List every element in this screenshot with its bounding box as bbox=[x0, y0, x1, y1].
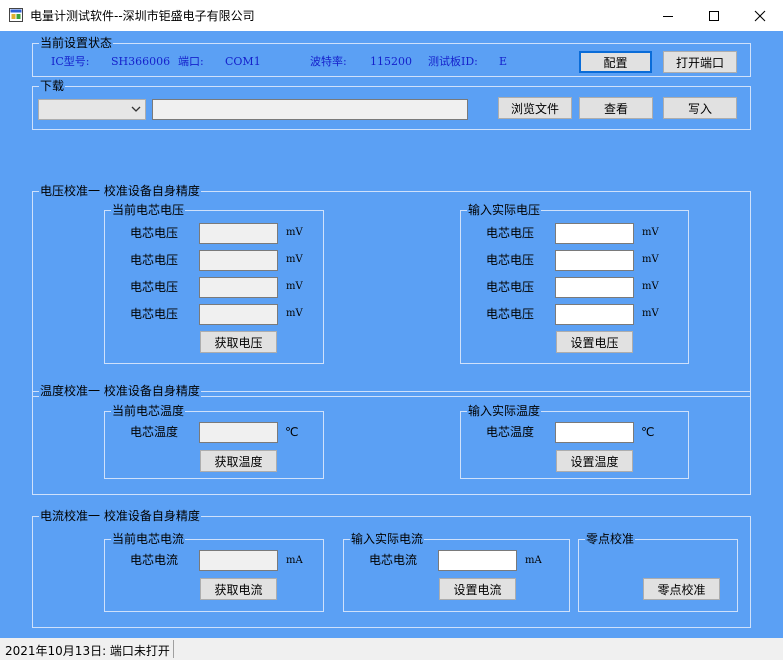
download-group-label: 下载 bbox=[39, 79, 66, 93]
window-title: 电量计测试软件--深圳市钜盛电子有限公司 bbox=[30, 9, 255, 23]
close-button[interactable] bbox=[737, 0, 783, 31]
cell-voltage-label: 电芯电压 bbox=[486, 253, 535, 267]
app-icon bbox=[9, 8, 23, 22]
voltage-calibration-group: 电压校准一 校准设备自身精度 当前电芯电压 电芯电压 mV 电芯电压 mV 电芯… bbox=[32, 184, 751, 397]
temperature-calibration-group: 温度校准一 校准设备自身精度 当前电芯温度 电芯温度 ℃ 获取温度 输入实际温度… bbox=[32, 384, 751, 495]
cell-voltage-label: 电芯电压 bbox=[130, 226, 179, 240]
close-icon bbox=[754, 10, 766, 21]
current-current-label: 当前电芯电流 bbox=[111, 532, 186, 546]
cell-voltage-label: 电芯电压 bbox=[130, 280, 179, 294]
chevron-down-icon bbox=[131, 106, 141, 112]
current-voltage-label: 当前电芯电压 bbox=[111, 203, 186, 217]
current-group-label: 电流校准一 校准设备自身精度 bbox=[39, 509, 201, 523]
temperature-unit: ℃ bbox=[285, 425, 299, 439]
get-voltage-button[interactable]: 获取电压 bbox=[200, 331, 277, 353]
get-current-button[interactable]: 获取电流 bbox=[200, 578, 277, 600]
status-separator bbox=[173, 640, 174, 658]
download-group: 下载 浏览文件 查看 写入 bbox=[32, 79, 751, 130]
voltage-unit: mV bbox=[642, 308, 659, 319]
actual-voltage-input-4[interactable] bbox=[555, 304, 634, 325]
minimize-button[interactable] bbox=[645, 0, 691, 31]
maximize-icon bbox=[709, 10, 719, 21]
port-label: 端口: bbox=[178, 55, 204, 68]
current-current-group: 当前电芯电流 电芯电流 mA 获取电流 bbox=[104, 532, 324, 612]
voltage-unit: mV bbox=[286, 308, 303, 319]
actual-temperature-label: 输入实际温度 bbox=[467, 404, 542, 418]
voltage-unit: mV bbox=[286, 281, 303, 292]
current-temperature-field bbox=[199, 422, 278, 443]
open-port-button[interactable]: 打开端口 bbox=[663, 51, 737, 73]
title-bar[interactable]: 电量计测试软件--深圳市钜盛电子有限公司 bbox=[0, 0, 783, 31]
current-unit: mA bbox=[286, 555, 303, 566]
current-current-field bbox=[199, 550, 278, 571]
voltage-unit: mV bbox=[642, 254, 659, 265]
actual-voltage-input-3[interactable] bbox=[555, 277, 634, 298]
cell-voltage-label: 电芯电压 bbox=[486, 307, 535, 321]
actual-temperature-input[interactable] bbox=[555, 422, 634, 443]
cell-voltage-label: 电芯电压 bbox=[130, 253, 179, 267]
actual-current-input[interactable] bbox=[438, 550, 517, 571]
status-text: 2021年10月13日: 端口未打开 bbox=[5, 644, 170, 658]
set-temperature-button[interactable]: 设置温度 bbox=[556, 450, 633, 472]
baud-rate-value: 115200 bbox=[370, 55, 412, 68]
voltage-group-label: 电压校准一 校准设备自身精度 bbox=[39, 184, 201, 198]
maximize-button[interactable] bbox=[691, 0, 737, 31]
set-current-button[interactable]: 设置电流 bbox=[439, 578, 516, 600]
write-button[interactable]: 写入 bbox=[663, 97, 737, 119]
client-area: 当前设置状态 IC型号: SH366006 端口: COM1 波特率: 1152… bbox=[0, 31, 783, 638]
actual-temperature-group: 输入实际温度 电芯温度 ℃ 设置温度 bbox=[460, 404, 689, 479]
minimize-icon bbox=[663, 15, 673, 17]
zero-calibration-group: 零点校准 零点校准 bbox=[578, 532, 738, 612]
current-unit: mA bbox=[525, 555, 542, 566]
actual-current-group: 输入实际电流 电芯电流 mA 设置电流 bbox=[343, 532, 570, 612]
cell-voltage-label: 电芯电压 bbox=[486, 280, 535, 294]
cell-current-label: 电芯电流 bbox=[369, 553, 418, 567]
status-group-label: 当前设置状态 bbox=[39, 36, 114, 50]
config-button[interactable]: 配置 bbox=[579, 51, 652, 73]
status-group: 当前设置状态 IC型号: SH366006 端口: COM1 波特率: 1152… bbox=[32, 36, 751, 77]
current-calibration-group: 电流校准一 校准设备自身精度 当前电芯电流 电芯电流 mA 获取电流 输入实际电… bbox=[32, 509, 751, 628]
actual-current-label: 输入实际电流 bbox=[350, 532, 425, 546]
actual-voltage-group: 输入实际电压 电芯电压 mV 电芯电压 mV 电芯电压 mV 电芯电压 mV 设… bbox=[460, 203, 689, 364]
current-voltage-field-4 bbox=[199, 304, 278, 325]
port-value: COM1 bbox=[225, 55, 261, 68]
cell-voltage-label: 电芯电压 bbox=[486, 226, 535, 240]
current-temperature-group: 当前电芯温度 电芯温度 ℃ 获取温度 bbox=[104, 404, 324, 479]
voltage-unit: mV bbox=[286, 227, 303, 238]
voltage-unit: mV bbox=[286, 254, 303, 265]
current-voltage-field-1 bbox=[199, 223, 278, 244]
ic-model-label: IC型号: bbox=[51, 55, 90, 68]
board-id-value: E bbox=[499, 55, 508, 68]
cell-temperature-label: 电芯温度 bbox=[486, 425, 535, 439]
file-type-select[interactable] bbox=[38, 99, 146, 120]
temperature-group-label: 温度校准一 校准设备自身精度 bbox=[39, 384, 201, 398]
current-temperature-label: 当前电芯温度 bbox=[111, 404, 186, 418]
view-button[interactable]: 查看 bbox=[579, 97, 653, 119]
set-voltage-button[interactable]: 设置电压 bbox=[556, 331, 633, 353]
current-voltage-field-2 bbox=[199, 250, 278, 271]
temperature-unit: ℃ bbox=[641, 425, 655, 439]
baud-rate-label: 波特率: bbox=[310, 55, 347, 68]
actual-voltage-label: 输入实际电压 bbox=[467, 203, 542, 217]
cell-voltage-label: 电芯电压 bbox=[130, 307, 179, 321]
voltage-unit: mV bbox=[642, 227, 659, 238]
ic-model-value: SH366006 bbox=[111, 55, 171, 68]
get-temperature-button[interactable]: 获取温度 bbox=[200, 450, 277, 472]
zero-calibration-button[interactable]: 零点校准 bbox=[643, 578, 720, 600]
current-voltage-field-3 bbox=[199, 277, 278, 298]
file-path-input[interactable] bbox=[152, 99, 468, 120]
actual-voltage-input-2[interactable] bbox=[555, 250, 634, 271]
voltage-unit: mV bbox=[642, 281, 659, 292]
zero-calibration-label: 零点校准 bbox=[585, 532, 636, 546]
actual-voltage-input-1[interactable] bbox=[555, 223, 634, 244]
current-voltage-group: 当前电芯电压 电芯电压 mV 电芯电压 mV 电芯电压 mV 电芯电压 mV 获… bbox=[104, 203, 324, 364]
cell-temperature-label: 电芯温度 bbox=[130, 425, 179, 439]
cell-current-label: 电芯电流 bbox=[130, 553, 179, 567]
browse-file-button[interactable]: 浏览文件 bbox=[498, 97, 572, 119]
board-id-label: 测试板ID: bbox=[428, 55, 478, 68]
status-bar: 2021年10月13日: 端口未打开 bbox=[0, 638, 783, 660]
